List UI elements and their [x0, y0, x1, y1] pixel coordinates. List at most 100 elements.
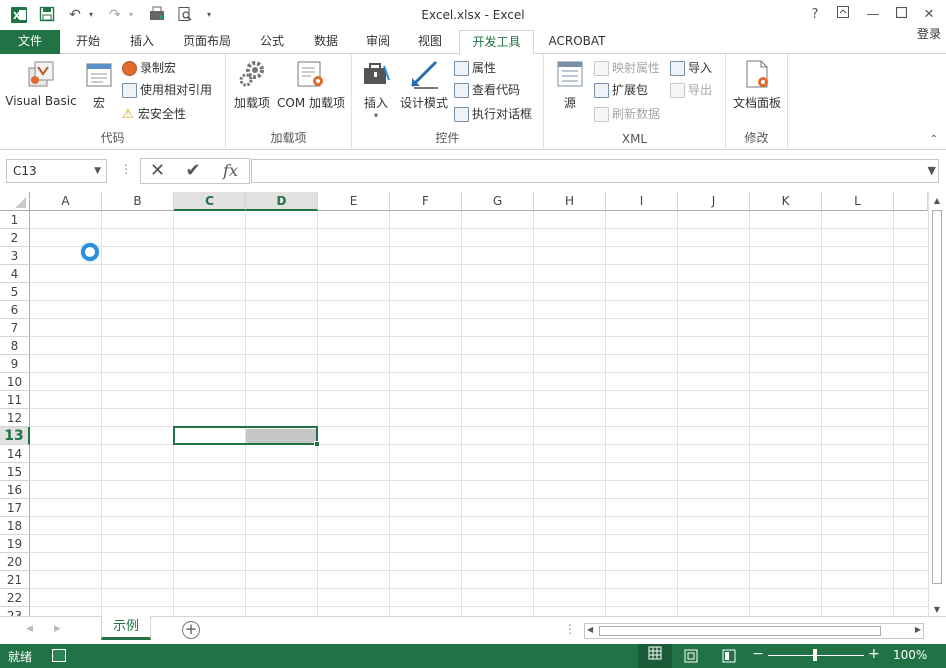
column-header[interactable]: E [318, 192, 390, 211]
row-header[interactable]: 17 [0, 499, 30, 517]
row-header[interactable]: 13 [0, 427, 30, 445]
column-header[interactable]: I [606, 192, 678, 211]
relative-references-button[interactable]: 使用相对引用 [122, 80, 212, 100]
insert-control-button[interactable]: 插入 ▾ [358, 58, 394, 121]
row-header[interactable]: 20 [0, 553, 30, 571]
row-header[interactable]: 1 [0, 211, 30, 229]
sheetbar-grip-icon[interactable]: ⋮ [564, 622, 576, 636]
row-header[interactable]: 7 [0, 319, 30, 337]
xml-import-button[interactable]: 导入 [670, 58, 712, 78]
enter-entry-icon[interactable]: ✔ [174, 158, 212, 184]
view-code-button[interactable]: 查看代码 [454, 80, 520, 100]
visual-basic-button[interactable]: Visual Basic [4, 58, 78, 108]
page-break-view-icon[interactable] [722, 649, 736, 666]
column-header[interactable]: B [102, 192, 174, 211]
column-header[interactable]: F [390, 192, 462, 211]
sign-in-link[interactable]: 登录 [912, 23, 946, 47]
select-all-corner[interactable] [0, 192, 30, 211]
row-header[interactable]: 5 [0, 283, 30, 301]
document-panel-button[interactable]: 文档面板 [728, 58, 786, 111]
new-sheet-icon[interactable]: + [182, 621, 200, 639]
row-header[interactable]: 10 [0, 373, 30, 391]
row-header[interactable]: 2 [0, 229, 30, 247]
column-header[interactable]: H [534, 192, 606, 211]
collapse-ribbon-icon[interactable]: ⌃ [930, 134, 938, 145]
column-header-partial[interactable] [894, 192, 928, 211]
tab-formulas[interactable]: 公式 [246, 30, 298, 54]
zoom-level[interactable]: 100% [893, 648, 927, 662]
tab-file[interactable]: 文件 [0, 30, 60, 54]
horizontal-scrollbar[interactable]: ◀ ▶ [584, 623, 924, 639]
row-header[interactable]: 23 [0, 607, 30, 616]
run-dialog-button[interactable]: 执行对话框 [454, 104, 532, 124]
xml-source-button[interactable]: 源 [552, 58, 588, 111]
fill-handle[interactable] [314, 441, 320, 447]
expansion-packs-button[interactable]: 扩展包 [594, 80, 648, 100]
macro-record-status-icon[interactable] [52, 649, 66, 662]
column-header[interactable]: D [246, 192, 318, 211]
tab-home[interactable]: 开始 [62, 30, 114, 54]
xml-export-button[interactable]: 导出 [670, 80, 712, 100]
cancel-entry-icon[interactable]: ✕ [140, 158, 174, 184]
row-header[interactable]: 15 [0, 463, 30, 481]
com-addins-button[interactable]: COM 加载项 [274, 58, 348, 111]
macro-security-button[interactable]: ⚠ 宏安全性 [122, 104, 186, 124]
name-box-dropdown-icon[interactable]: ▼ [94, 160, 101, 182]
design-mode-button[interactable]: 设计模式 [398, 58, 450, 111]
insert-function-icon[interactable]: fx [212, 158, 250, 184]
tab-developer[interactable]: 开发工具 [459, 30, 534, 55]
prev-sheet-icon[interactable]: ◀ [26, 624, 33, 634]
row-header[interactable]: 14 [0, 445, 30, 463]
row-header[interactable]: 22 [0, 589, 30, 607]
row-header[interactable]: 18 [0, 517, 30, 535]
vertical-scroll-thumb[interactable] [932, 210, 942, 584]
row-header[interactable]: 19 [0, 535, 30, 553]
zoom-out-icon[interactable]: − [752, 646, 764, 662]
name-box[interactable]: C13 ▼ [6, 159, 107, 183]
tab-data[interactable]: 数据 [300, 30, 352, 54]
zoom-in-icon[interactable]: + [868, 646, 880, 662]
ribbon-display-options-icon[interactable] [832, 4, 854, 26]
row-header[interactable]: 6 [0, 301, 30, 319]
row-header[interactable]: 16 [0, 481, 30, 499]
macros-button[interactable]: 宏 [80, 58, 118, 111]
column-header[interactable]: G [462, 192, 534, 211]
scroll-right-icon[interactable]: ▶ [915, 625, 921, 634]
maximize-icon[interactable] [890, 4, 912, 26]
vertical-scrollbar[interactable]: ▲ ▼ [928, 192, 946, 616]
row-header[interactable]: 4 [0, 265, 30, 283]
row-header[interactable]: 3 [0, 247, 30, 265]
scroll-up-icon[interactable]: ▲ [929, 196, 945, 205]
scroll-left-icon[interactable]: ◀ [587, 625, 593, 634]
record-macro-button[interactable]: 录制宏 [122, 58, 176, 78]
row-header[interactable]: 9 [0, 355, 30, 373]
page-layout-view-icon[interactable] [684, 649, 698, 666]
tab-view[interactable]: 视图 [404, 30, 456, 54]
help-button[interactable]: ? [804, 4, 826, 26]
column-header[interactable]: A [30, 192, 102, 211]
expand-formula-bar-icon[interactable]: ▼ [928, 164, 936, 177]
formula-input[interactable]: ▼ [251, 159, 939, 183]
tab-review[interactable]: 审阅 [352, 30, 404, 54]
map-properties-button[interactable]: 映射属性 [594, 58, 660, 78]
column-header[interactable]: C [174, 192, 246, 211]
horizontal-scroll-thumb[interactable] [599, 626, 881, 636]
column-header[interactable]: L [822, 192, 894, 211]
column-header[interactable]: K [750, 192, 822, 211]
tab-insert[interactable]: 插入 [116, 30, 168, 54]
addins-button[interactable]: 加载项 [230, 58, 274, 111]
tab-acrobat[interactable]: ACROBAT [538, 30, 616, 54]
normal-view-icon[interactable] [638, 644, 672, 668]
row-header[interactable]: 8 [0, 337, 30, 355]
selected-range[interactable] [173, 426, 320, 447]
row-header[interactable]: 11 [0, 391, 30, 409]
minimize-icon[interactable]: — [862, 4, 884, 26]
tab-page-layout[interactable]: 页面布局 [170, 30, 244, 54]
next-sheet-icon[interactable]: ▶ [54, 624, 61, 634]
zoom-slider-thumb[interactable] [813, 649, 817, 661]
properties-button[interactable]: 属性 [454, 58, 496, 78]
sheet-tab-active[interactable]: 示例 [101, 616, 151, 640]
worksheet-grid[interactable]: ABCDEFGHIJKL 1 2 3 4 5 6 7 8 9 10 11 12 13 14 15 16 17 18… [0, 192, 928, 616]
scroll-down-icon[interactable]: ▼ [929, 605, 945, 614]
refresh-data-button[interactable]: 刷新数据 [594, 104, 660, 124]
